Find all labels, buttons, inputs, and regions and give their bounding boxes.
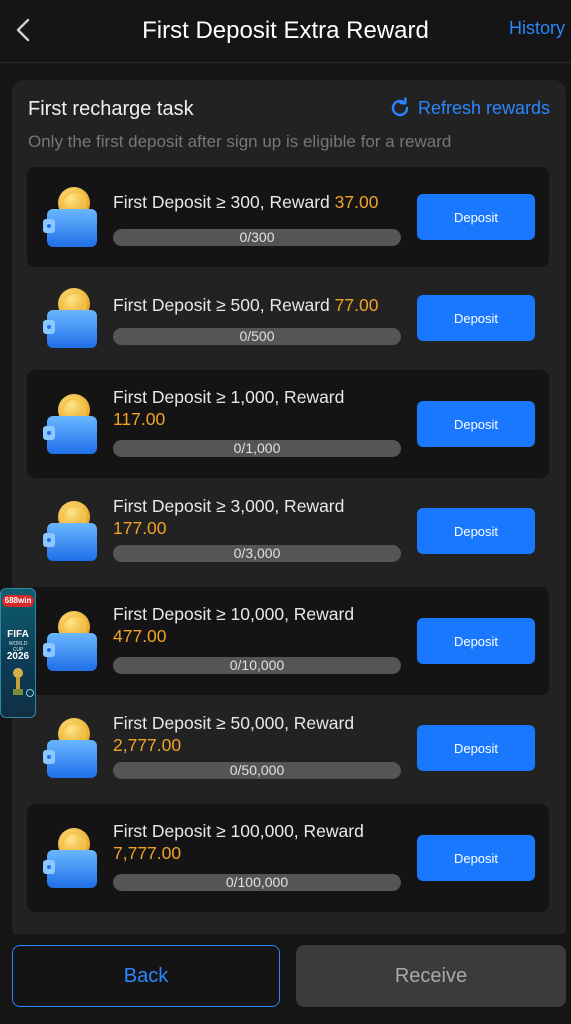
top-bar: First Deposit Extra Reward History [0, 0, 571, 63]
deposit-button[interactable]: Deposit [417, 401, 535, 447]
wallet-coin-icon [43, 501, 97, 561]
refresh-label: Refresh rewards [417, 97, 550, 118]
promo-floating-badge[interactable]: 688win FIFA WORLD CUP 2026 [0, 588, 36, 718]
task-row: First Deposit ≥ 10,000, Reward 477.00 0/1… [27, 587, 549, 695]
wallet-coin-icon [43, 828, 97, 888]
footer-bar: Back Receive [0, 934, 571, 1024]
progress-bar: 0/1,000 [113, 440, 401, 457]
wallet-coin-icon [43, 187, 97, 247]
deposit-button[interactable]: Deposit [417, 295, 535, 341]
panel-title: First recharge task [28, 98, 194, 120]
wallet-coin-icon [43, 718, 97, 778]
badge-close-dot[interactable] [26, 689, 34, 697]
task-condition: First Deposit ≥ 1,000, Reward [113, 387, 345, 407]
progress-bar: 0/500 [113, 328, 401, 345]
task-label: First Deposit ≥ 50,000, Reward 2,777.00 [113, 712, 413, 756]
deposit-button[interactable]: Deposit [417, 618, 535, 664]
refresh-icon [391, 97, 409, 117]
recharge-task-panel: First recharge task Refresh rewards Only… [12, 80, 566, 940]
deposit-button[interactable]: Deposit [417, 835, 535, 881]
task-row: First Deposit ≥ 500, Reward 77.00 0/500 De… [27, 270, 549, 366]
back-arrow-icon[interactable] [12, 14, 34, 46]
task-condition: First Deposit ≥ 500, Reward [113, 295, 330, 315]
task-condition: First Deposit ≥ 10,000, Reward [113, 604, 355, 624]
deposit-button[interactable]: Deposit [417, 194, 535, 240]
trophy-icon [13, 668, 23, 695]
page-title: First Deposit Extra Reward [142, 17, 429, 44]
task-label: First Deposit ≥ 500, Reward 77.00 [113, 294, 413, 316]
task-reward: 2,777.00 [113, 735, 182, 755]
deposit-button[interactable]: Deposit [417, 508, 535, 554]
history-link[interactable]: History [509, 18, 565, 39]
deposit-button[interactable]: Deposit [417, 725, 535, 771]
task-reward: 477.00 [113, 626, 167, 646]
badge-year: 2026 [6, 651, 30, 662]
task-row: First Deposit ≥ 100,000, Reward 7,777.00… [27, 804, 549, 912]
badge-brand: 688win [2, 595, 34, 607]
refresh-rewards-button[interactable]: Refresh rewards [388, 96, 550, 120]
task-row: First Deposit ≥ 50,000, Reward 2,777.00 0… [27, 696, 549, 800]
receive-button[interactable]: Receive [296, 945, 566, 1007]
wallet-coin-icon [43, 611, 97, 671]
progress-bar: 0/50,000 [113, 762, 401, 779]
progress-bar: 0/10,000 [113, 657, 401, 674]
task-reward: 37.00 [334, 192, 379, 212]
task-condition: First Deposit ≥ 50,000, Reward [113, 713, 355, 733]
task-label: First Deposit ≥ 100,000, Reward 7,777.00 [113, 820, 413, 864]
panel-subtitle: Only the first deposit after sign up is … [28, 132, 452, 151]
task-label: First Deposit ≥ 10,000, Reward 477.00 [113, 603, 413, 647]
task-reward: 7,777.00 [113, 843, 182, 863]
wallet-coin-icon [43, 394, 97, 454]
task-condition: First Deposit ≥ 300, Reward [113, 192, 330, 212]
progress-bar: 0/3,000 [113, 545, 401, 562]
task-reward: 77.00 [334, 295, 379, 315]
task-row: First Deposit ≥ 1,000, Reward 117.00 0/1,… [27, 370, 549, 478]
back-button[interactable]: Back [12, 945, 280, 1007]
wallet-coin-icon [43, 288, 97, 348]
task-label: First Deposit ≥ 300, Reward 37.00 [113, 191, 413, 213]
task-reward: 117.00 [113, 409, 166, 429]
task-row: First Deposit ≥ 3,000, Reward 177.00 0/3,… [27, 479, 549, 583]
task-row: First Deposit ≥ 300, Reward 37.00 0/300 De… [27, 167, 549, 267]
progress-bar: 0/300 [113, 229, 401, 246]
progress-bar: 0/100,000 [113, 874, 401, 891]
task-reward: 177.00 [113, 518, 167, 538]
task-label: First Deposit ≥ 3,000, Reward 177.00 [113, 495, 413, 539]
task-condition: First Deposit ≥ 3,000, Reward [113, 496, 345, 516]
task-condition: First Deposit ≥ 100,000, Reward [113, 821, 364, 841]
badge-fifa: FIFA [7, 629, 29, 640]
task-label: First Deposit ≥ 1,000, Reward 117.00 [113, 386, 413, 430]
